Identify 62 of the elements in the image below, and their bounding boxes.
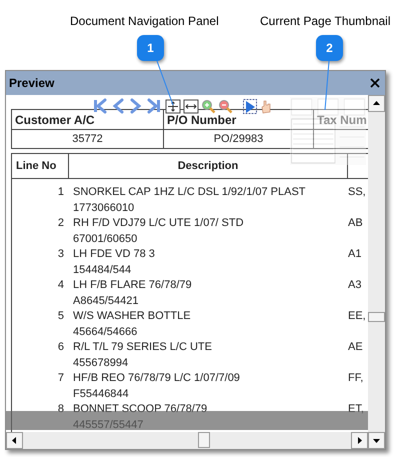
table-cell-text: A3 — [348, 278, 362, 293]
zoom-in-icon[interactable] — [201, 98, 216, 114]
table-cell-text: AB — [348, 216, 364, 231]
move-icon[interactable] — [165, 98, 181, 114]
previous-page-icon[interactable] — [111, 98, 126, 114]
item-description: R/L T/L 79 SERIES L/C UTE — [73, 340, 213, 355]
line-number: 4 — [56, 278, 65, 293]
item-code: 67001/60650 — [73, 232, 138, 246]
item-description: LH FDE VD 78 3 — [73, 247, 156, 262]
scroll-left-icon[interactable] — [6, 432, 23, 449]
column-header: Line No — [12, 154, 69, 178]
item-description: LH F/B FLARE 76/78/79 — [73, 278, 193, 293]
leader-line — [155, 61, 175, 106]
next-page-icon[interactable] — [128, 98, 143, 114]
callout-label: Document Navigation Panel — [70, 13, 219, 30]
line-number: 1 — [56, 185, 65, 200]
item-description: RH F/D VDJ79 L/C UTE 1/07/ STD — [73, 216, 245, 231]
scroll-thumb[interactable] — [368, 312, 385, 322]
item-description: BONNET SCOOP 76/78/79 — [73, 402, 208, 417]
item-code: 445557/55447 — [73, 418, 144, 432]
item-code: 455678994 — [73, 356, 130, 370]
table-cell-text: AE — [348, 340, 364, 355]
window-title: Preview — [9, 75, 54, 92]
item-code: A8645/54421 — [73, 294, 140, 308]
line-number: 5 — [56, 309, 65, 324]
scroll-thumb[interactable] — [198, 432, 210, 448]
line-number: 2 — [56, 216, 65, 231]
scroll-down-icon[interactable] — [368, 432, 385, 449]
item-code: 154484/544 — [73, 262, 132, 278]
line-number: 7 — [56, 371, 65, 386]
callout-badge: 2 — [316, 35, 343, 61]
column-header: Description — [69, 154, 348, 178]
last-page-icon[interactable] — [145, 98, 160, 114]
item-description: HF/B REO 76/78/79 L/C 1/07/7/09 — [73, 371, 241, 386]
item-code: 1773066010 — [73, 200, 136, 216]
line-number: 8 — [56, 402, 65, 417]
header-cell: Customer A/C — [12, 110, 164, 130]
zoom-out-icon[interactable] — [218, 98, 233, 114]
callout-label: Current Page Thumbnail — [260, 13, 391, 30]
callout-badge: 1 — [137, 35, 164, 61]
scroll-right-icon[interactable] — [351, 432, 368, 449]
fit-width-icon[interactable] — [183, 98, 199, 114]
table-cell-text: EE, — [348, 309, 367, 324]
scroll-up-icon[interactable] — [368, 95, 385, 112]
pointer-icon[interactable] — [243, 98, 257, 114]
item-code: 45664/54666 — [73, 324, 138, 340]
table-cell-text: SS, — [348, 185, 367, 200]
line-number: 3 — [56, 247, 65, 262]
table-cell-text: FF, — [348, 371, 364, 386]
close-icon[interactable] — [370, 78, 380, 88]
hand-icon[interactable] — [259, 98, 273, 114]
line-number: 6 — [56, 340, 65, 355]
leader-line — [323, 61, 331, 111]
item-code: F55446844 — [73, 386, 130, 402]
vertical-scrollbar[interactable] — [368, 95, 385, 432]
table-cell: 35772 — [12, 130, 164, 148]
table-cell-text: A1 — [348, 247, 362, 262]
item-description: W/S WASHER BOTTLE — [73, 309, 192, 324]
table-cell-text: ET, — [348, 402, 365, 417]
first-page-icon[interactable] — [94, 98, 109, 114]
item-description: SNORKEL CAP 1HZ L/C DSL 1/92/1/07 PLAST — [73, 185, 307, 200]
table-cell: PO/29983 — [164, 130, 314, 148]
